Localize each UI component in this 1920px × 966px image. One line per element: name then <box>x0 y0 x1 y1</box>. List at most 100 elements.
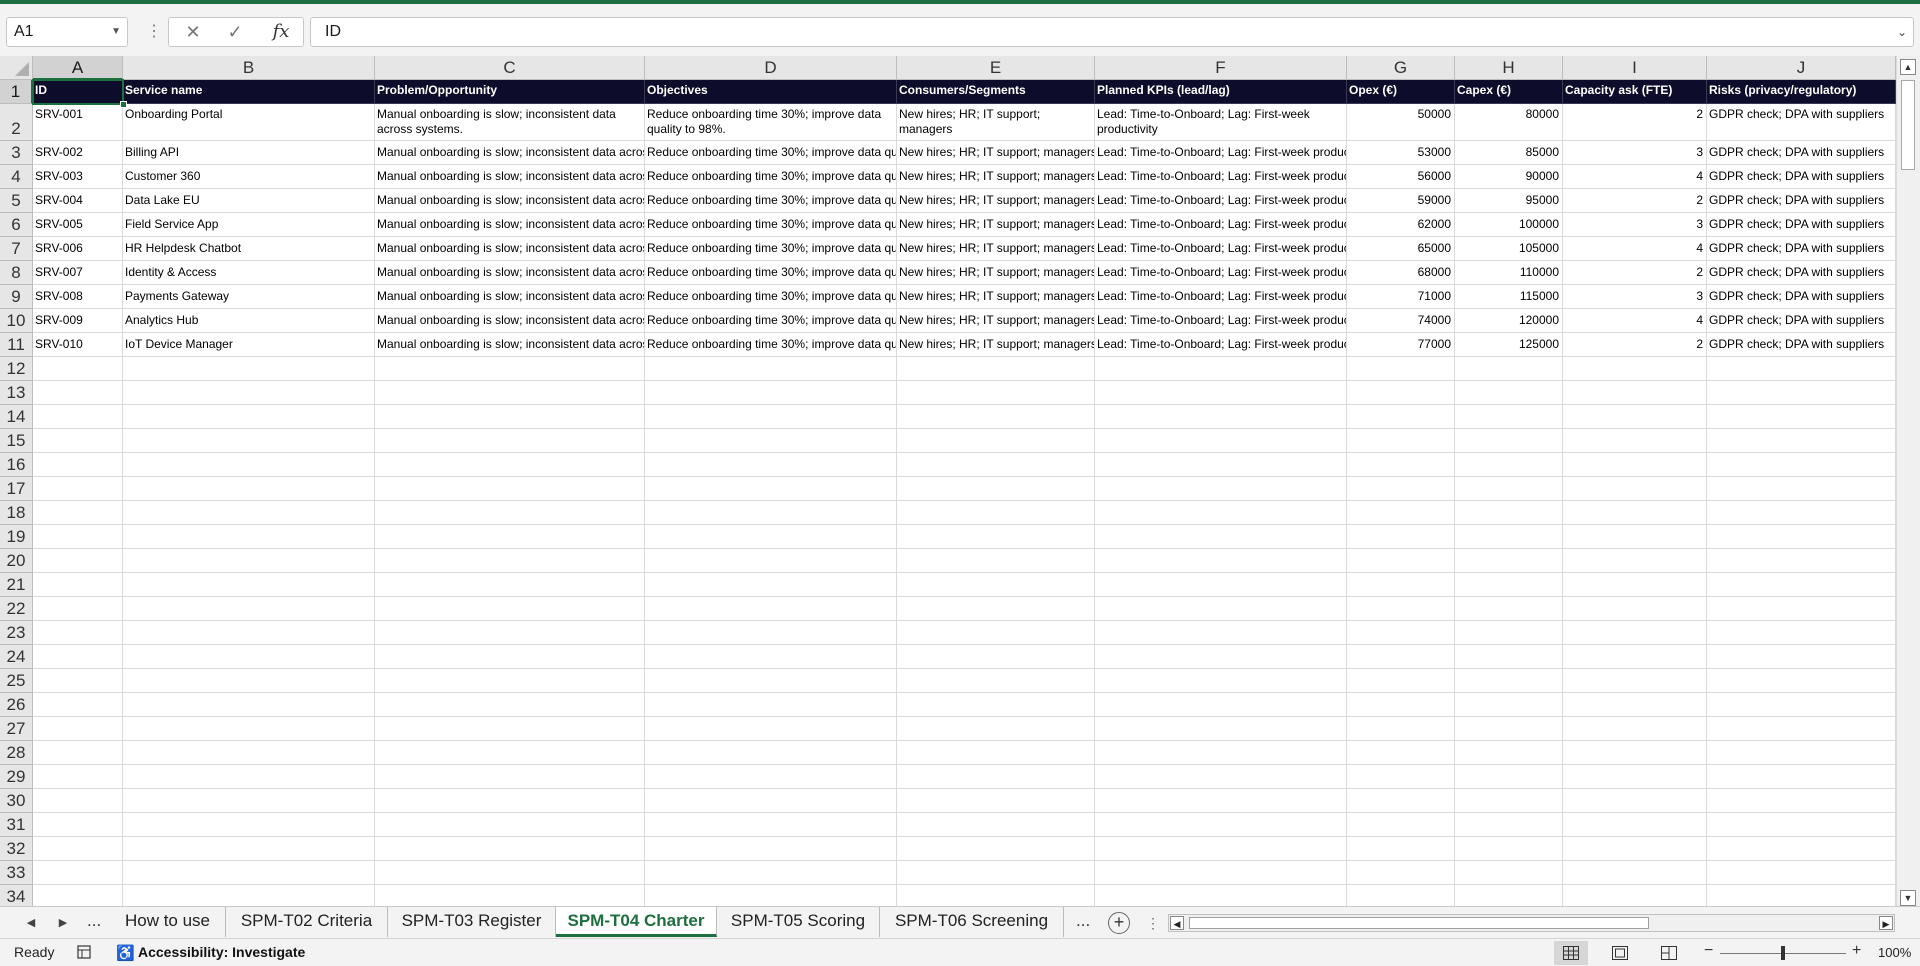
empty-cell[interactable] <box>375 453 645 477</box>
row-header-6[interactable]: 6 <box>0 213 33 237</box>
empty-cell[interactable] <box>1095 381 1347 405</box>
empty-cell[interactable] <box>645 549 897 573</box>
header-cell-e[interactable]: Consumers/Segments <box>897 80 1095 104</box>
cell-capex[interactable]: 125000 <box>1455 333 1563 357</box>
row-header-7[interactable]: 7 <box>0 237 33 261</box>
empty-cell[interactable] <box>1095 813 1347 837</box>
cell-objectives[interactable]: Reduce onboarding time 30%; improve data… <box>645 213 897 237</box>
cell-objectives[interactable]: Reduce onboarding time 30%; improve data… <box>645 237 897 261</box>
empty-cell[interactable] <box>33 357 123 381</box>
empty-cell[interactable] <box>1455 405 1563 429</box>
empty-cell[interactable] <box>1347 429 1455 453</box>
cell-opex[interactable]: 74000 <box>1347 309 1455 333</box>
empty-cell[interactable] <box>1347 549 1455 573</box>
empty-cell[interactable] <box>123 765 375 789</box>
cell-fte[interactable]: 4 <box>1563 165 1707 189</box>
row-header-2[interactable]: 2 <box>0 104 33 141</box>
row-header-3[interactable]: 3 <box>0 141 33 165</box>
empty-cell[interactable] <box>645 645 897 669</box>
cell-risks[interactable]: GDPR check; DPA with suppliers <box>1707 165 1896 189</box>
empty-cell[interactable] <box>1347 501 1455 525</box>
row-header-26[interactable]: 26 <box>0 693 33 717</box>
cell-name[interactable]: Data Lake EU <box>123 189 375 213</box>
macro-recording-icon[interactable] <box>77 944 92 960</box>
cell-consumers[interactable]: New hires; HR; IT support; managers <box>897 333 1095 357</box>
cell-consumers[interactable]: New hires; HR; IT support; managers <box>897 141 1095 165</box>
empty-cell[interactable] <box>1347 597 1455 621</box>
empty-cell[interactable] <box>1455 357 1563 381</box>
empty-cell[interactable] <box>897 837 1095 861</box>
row-header-8[interactable]: 8 <box>0 261 33 285</box>
empty-cell[interactable] <box>1563 645 1707 669</box>
empty-cell[interactable] <box>1347 693 1455 717</box>
empty-cell[interactable] <box>1707 549 1896 573</box>
empty-cell[interactable] <box>375 837 645 861</box>
empty-cell[interactable] <box>33 501 123 525</box>
empty-cell[interactable] <box>1563 405 1707 429</box>
empty-cell[interactable] <box>123 693 375 717</box>
empty-cell[interactable] <box>375 357 645 381</box>
empty-cell[interactable] <box>897 573 1095 597</box>
empty-cell[interactable] <box>375 549 645 573</box>
empty-cell[interactable] <box>1707 573 1896 597</box>
header-cell-g[interactable]: Opex (€) <box>1347 80 1455 104</box>
empty-cell[interactable] <box>123 453 375 477</box>
sheet-tab[interactable]: SPM-T02 Criteria <box>226 907 388 937</box>
sheet-tab[interactable]: SPM-T06 Screening <box>880 907 1064 937</box>
row-header-4[interactable]: 4 <box>0 165 33 189</box>
cell-kpis[interactable]: Lead: Time-to-Onboard; Lag: First-week p… <box>1095 141 1347 165</box>
empty-cell[interactable] <box>1347 669 1455 693</box>
horizontal-scroll-thumb[interactable] <box>1189 917 1649 929</box>
empty-cell[interactable] <box>1707 525 1896 549</box>
empty-cell[interactable] <box>375 501 645 525</box>
cell-opex[interactable]: 62000 <box>1347 213 1455 237</box>
cell-id[interactable]: SRV-003 <box>33 165 123 189</box>
cell-kpis[interactable]: Lead: Time-to-Onboard; Lag: First-week p… <box>1095 165 1347 189</box>
row-header-15[interactable]: 15 <box>0 429 33 453</box>
empty-cell[interactable] <box>1707 621 1896 645</box>
cell-problem[interactable]: Manual onboarding is slow; inconsistent … <box>375 104 645 141</box>
empty-cell[interactable] <box>897 381 1095 405</box>
empty-cell[interactable] <box>1455 549 1563 573</box>
empty-cell[interactable] <box>645 621 897 645</box>
empty-cell[interactable] <box>645 693 897 717</box>
empty-cell[interactable] <box>1347 789 1455 813</box>
row-header-21[interactable]: 21 <box>0 573 33 597</box>
cell-capex[interactable]: 110000 <box>1455 261 1563 285</box>
header-cell-h[interactable]: Capex (€) <box>1455 80 1563 104</box>
empty-cell[interactable] <box>1455 477 1563 501</box>
cell-kpis[interactable]: Lead: Time-to-Onboard; Lag: First-week p… <box>1095 237 1347 261</box>
empty-cell[interactable] <box>1455 861 1563 885</box>
cell-risks[interactable]: GDPR check; DPA with suppliers <box>1707 285 1896 309</box>
cell-name[interactable]: Identity & Access <box>123 261 375 285</box>
normal-view-icon[interactable] <box>1554 941 1588 965</box>
cell-objectives[interactable]: Reduce onboarding time 30%; improve data… <box>645 189 897 213</box>
empty-cell[interactable] <box>1095 693 1347 717</box>
cell-id[interactable]: SRV-006 <box>33 237 123 261</box>
cell-opex[interactable]: 71000 <box>1347 285 1455 309</box>
cell-opex[interactable]: 56000 <box>1347 165 1455 189</box>
empty-cell[interactable] <box>1563 549 1707 573</box>
cell-id[interactable]: SRV-008 <box>33 285 123 309</box>
row-header-32[interactable]: 32 <box>0 837 33 861</box>
empty-cell[interactable] <box>645 573 897 597</box>
empty-cell[interactable] <box>1707 861 1896 885</box>
empty-cell[interactable] <box>645 813 897 837</box>
empty-cell[interactable] <box>897 357 1095 381</box>
cell-consumers[interactable]: New hires; HR; IT support; managers <box>897 237 1095 261</box>
empty-cell[interactable] <box>123 573 375 597</box>
empty-cell[interactable] <box>375 741 645 765</box>
empty-cell[interactable] <box>1347 813 1455 837</box>
cell-opex[interactable]: 50000 <box>1347 104 1455 141</box>
empty-cell[interactable] <box>1563 501 1707 525</box>
empty-cell[interactable] <box>1455 741 1563 765</box>
empty-cell[interactable] <box>897 429 1095 453</box>
empty-cell[interactable] <box>123 549 375 573</box>
empty-cell[interactable] <box>1455 501 1563 525</box>
empty-cell[interactable] <box>1707 765 1896 789</box>
empty-cell[interactable] <box>1707 669 1896 693</box>
empty-cell[interactable] <box>1707 789 1896 813</box>
zoom-out-icon[interactable]: − <box>1704 942 1713 960</box>
empty-cell[interactable] <box>1095 549 1347 573</box>
empty-cell[interactable] <box>33 693 123 717</box>
